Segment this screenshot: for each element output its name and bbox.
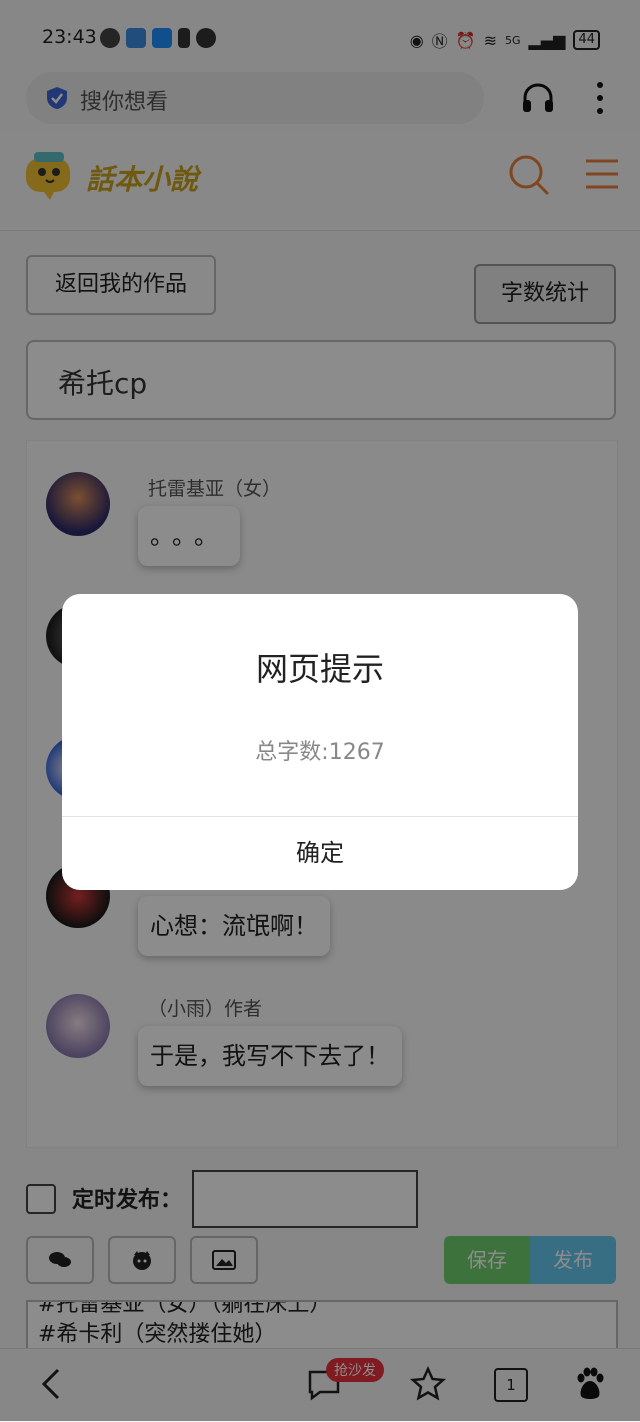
alert-dialog: 网页提示 总字数:1267 确定 <box>62 594 578 890</box>
dialog-title: 网页提示 <box>255 650 384 688</box>
dialog-message: 总字数:1267 <box>255 740 385 765</box>
dialog-ok-button[interactable]: 确定 <box>62 817 578 890</box>
